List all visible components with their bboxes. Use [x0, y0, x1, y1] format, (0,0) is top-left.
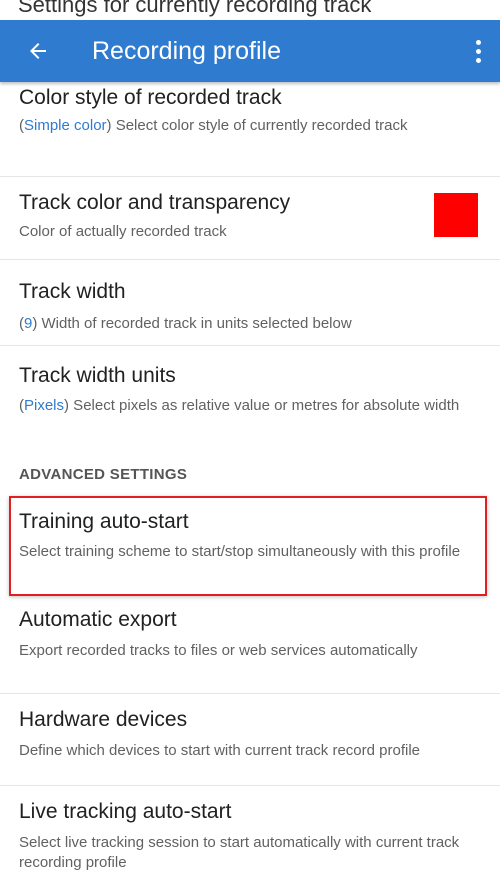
pref-live-tracking-auto-start[interactable]: Live tracking auto-start Select live tra… [0, 786, 500, 891]
pref-title: Color style of recorded track [19, 86, 282, 109]
pref-summary: Color of actually recorded track [19, 223, 227, 240]
pref-color-style[interactable]: Color style of recorded track (Simple co… [0, 82, 500, 158]
pref-title: Automatic export [19, 608, 177, 631]
pref-track-color[interactable]: Track color and transparency Color of ac… [0, 177, 500, 253]
pref-training-auto-start[interactable]: Training auto-start Select training sche… [0, 496, 500, 596]
pref-title: Hardware devices [19, 708, 188, 731]
pref-summary: (Simple color) Select color style of cur… [19, 117, 408, 134]
pref-summary: Export recorded tracks to files or web s… [19, 642, 418, 659]
pref-summary: Select training scheme to start/stop sim… [19, 543, 461, 560]
page-title: Recording profile [92, 37, 281, 65]
color-swatch [434, 193, 478, 237]
section-header-advanced: ADVANCED SETTINGS [19, 466, 188, 483]
pref-title: Track width units [19, 364, 176, 387]
pref-automatic-export[interactable]: Automatic export Export recorded tracks … [0, 602, 500, 690]
pref-summary: (Pixels) Select pixels as relative value… [19, 397, 460, 414]
more-vertical-icon [475, 39, 481, 45]
pref-hardware-devices[interactable]: Hardware devices Define which devices to… [0, 694, 500, 784]
pref-title: Track color and transparency [19, 191, 291, 214]
pref-title: Live tracking auto-start [19, 800, 232, 823]
preferences-list: Color style of recorded track (Simple co… [0, 82, 500, 891]
back-button[interactable] [18, 31, 58, 71]
pref-title: Track width [19, 280, 126, 303]
status-strip-text: Settings for currently recording track [18, 0, 372, 17]
pref-value: 9 [24, 315, 33, 332]
pref-track-width-units[interactable]: Track width units (Pixels) Select pixels… [0, 346, 500, 442]
arrow-left-icon [30, 43, 46, 59]
app-bar: Recording profile [0, 20, 500, 82]
pref-summary: Define which devices to start with curre… [19, 742, 420, 759]
pref-summary: (9) Width of recorded track in units sel… [19, 315, 352, 332]
pref-value: Simple color [24, 117, 107, 134]
status-strip: Settings for currently recording track [0, 0, 500, 20]
overflow-menu-button[interactable] [470, 34, 486, 68]
pref-track-width[interactable]: Track width (9) Width of recorded track … [0, 260, 500, 336]
pref-summary: Select live tracking session to start au… [19, 834, 460, 871]
pref-title: Training auto-start [19, 510, 189, 533]
pref-value: Pixels [24, 397, 65, 414]
